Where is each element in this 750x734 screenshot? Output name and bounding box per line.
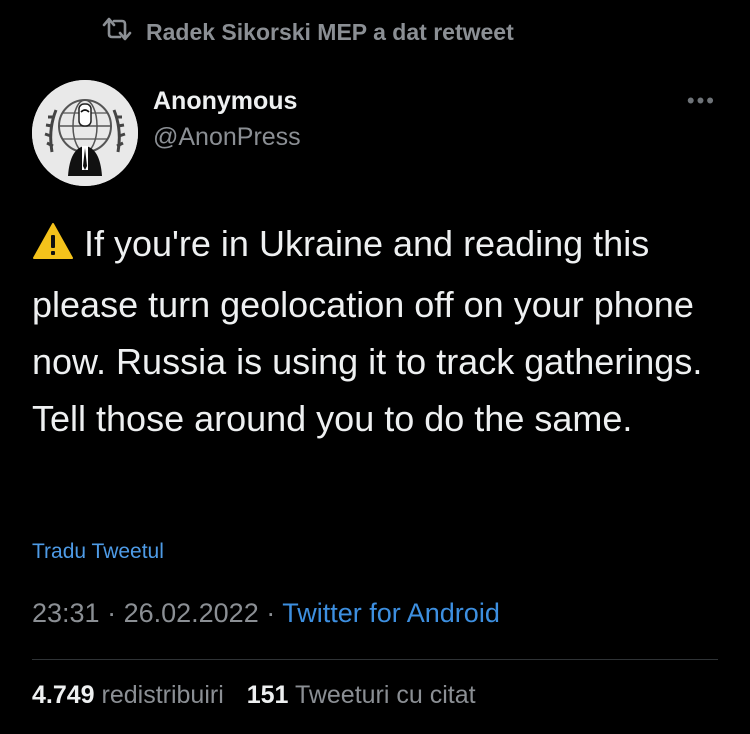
- quotes-stat[interactable]: 151 Tweeturi cu citat: [247, 681, 476, 709]
- tweet-body: If you're in Ukraine and reading this pl…: [32, 215, 732, 447]
- tweet-text: If you're in Ukraine and reading this pl…: [32, 223, 703, 439]
- retweets-label: redistribuiri: [101, 681, 224, 709]
- quotes-count: 151: [246, 681, 289, 709]
- warning-icon: [32, 219, 74, 276]
- tweet-source-link[interactable]: Twitter for Android: [282, 598, 500, 628]
- retweet-context[interactable]: Radek Sikorski MEP a dat retweet: [100, 14, 514, 50]
- retweet-icon: [100, 16, 134, 48]
- author-handle[interactable]: @AnonPress: [153, 120, 301, 154]
- tweet-time[interactable]: 23:31: [32, 598, 100, 628]
- avatar[interactable]: [32, 80, 138, 186]
- translate-tweet-link[interactable]: Tradu Tweetul: [32, 540, 164, 564]
- tweet-date[interactable]: 26.02.2022: [124, 598, 259, 628]
- meta-separator: ·: [258, 598, 283, 628]
- quotes-label: Tweeturi cu citat: [294, 681, 476, 709]
- author-name[interactable]: Anonymous: [153, 86, 301, 116]
- tweet-meta: 23:31 · 26.02.2022 · Twitter for Android: [32, 598, 500, 629]
- retweet-label: Radek Sikorski MEP a dat retweet: [146, 18, 514, 45]
- divider: [32, 659, 718, 660]
- anonymous-logo: [32, 80, 138, 186]
- more-options-button[interactable]: •••: [687, 88, 716, 114]
- retweets-stat[interactable]: 4.749 redistribuiri: [32, 681, 224, 709]
- retweets-count: 4.749: [32, 681, 95, 709]
- tweet-author[interactable]: Anonymous @AnonPress: [153, 86, 301, 154]
- tweet-stats: 4.749 redistribuiri 151 Tweeturi cu cita…: [32, 681, 476, 710]
- meta-separator: ·: [99, 598, 124, 628]
